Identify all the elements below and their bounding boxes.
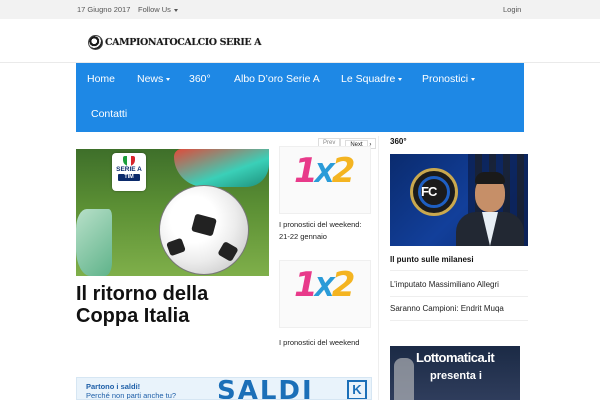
banner-line-2: Perché non parti anche tu? — [86, 391, 177, 400]
featured-headline[interactable]: Il ritorno della Coppa Italia — [76, 283, 271, 327]
lottomatica-ad[interactable]: Lottomatica.it presenta i — [390, 346, 520, 400]
nav-item-le-squadre[interactable]: Le Squadre — [341, 73, 403, 85]
serie-a-shield-icon — [123, 156, 135, 166]
serie-a-logo-text: SERIE A — [116, 166, 142, 173]
featured-image[interactable]: SERIE A TIM — [76, 149, 269, 276]
current-date: 17 Giugno 2017 — [77, 5, 131, 14]
divider — [390, 270, 528, 271]
article-thumbnail-1x2[interactable]: 1X2 — [279, 146, 371, 214]
article-title[interactable]: I pronostici del weekend — [279, 337, 369, 349]
banner-big-text: SALDI — [217, 377, 314, 400]
nav-item-home[interactable]: Home — [87, 73, 115, 85]
sidebar-article-title[interactable]: L’imputato Massimiliano Allegri — [390, 280, 499, 289]
inter-logo: FC — [410, 168, 458, 216]
soccer-ball-icon — [88, 34, 103, 50]
sidebar-article-title[interactable]: Saranno Campioni: Endrit Muqa — [390, 304, 504, 313]
article-title[interactable]: I pronostici del weekend: 21-22 gennaio — [279, 219, 369, 243]
site-logo[interactable]: CAMPIONATOCALCIO SERIE A — [88, 34, 262, 50]
login-link[interactable]: Login — [503, 5, 521, 14]
top-bar: 17 Giugno 2017 Follow Us Login — [0, 0, 600, 19]
sidebar-featured-image[interactable]: FC — [390, 154, 528, 246]
column-divider — [378, 136, 379, 400]
player-figure — [394, 358, 414, 400]
nav-item-pronostici-label: Pronostici — [422, 73, 469, 85]
chevron-down-icon — [471, 77, 476, 81]
follow-us-dropdown[interactable]: Follow Us — [138, 5, 178, 14]
nav-item-news-label: News — [137, 73, 164, 85]
serie-a-logo: SERIE A TIM — [112, 153, 146, 191]
divider — [390, 320, 528, 321]
sidebar-heading: 360° — [390, 137, 407, 146]
nav-item-pronostici[interactable]: Pronostici — [422, 73, 476, 85]
ad-subtitle: presenta i — [430, 370, 482, 382]
chevron-down-icon — [166, 77, 171, 81]
sidebar-lead-title[interactable]: Il punto sulle milanesi — [390, 255, 474, 264]
football-boot-right — [174, 149, 269, 187]
nav-item-contatti[interactable]: Contatti — [91, 108, 127, 120]
1x2-logo: 1X2 — [294, 151, 355, 191]
chevron-down-icon — [173, 8, 178, 12]
ad-brand: Lottomatica.it — [416, 350, 495, 365]
chevron-down-icon — [398, 77, 403, 81]
tim-logo-text: TIM — [118, 174, 140, 181]
nav-item-albo-doro[interactable]: Albo D’oro Serie A — [234, 73, 320, 85]
brand-k-icon: K — [347, 380, 367, 399]
soccer-ball-image — [159, 185, 249, 275]
follow-us-label: Follow Us — [138, 5, 171, 14]
inter-logo-text: FC — [421, 184, 437, 199]
nav-item-360[interactable]: 360° — [189, 73, 211, 85]
main-navigation: Home News 360° Albo D’oro Serie A Le Squ… — [76, 63, 524, 132]
saldi-banner-ad[interactable]: Partono i saldi! Perché non parti anche … — [76, 377, 372, 400]
football-boot-left — [76, 209, 112, 276]
site-logo-text: CAMPIONATOCALCIO SERIE A — [105, 36, 262, 48]
nav-item-news[interactable]: News — [137, 73, 171, 85]
divider — [390, 296, 528, 297]
1x2-logo: 1X2 — [294, 265, 355, 305]
banner-line-1: Partono i saldi! — [86, 382, 141, 391]
article-thumbnail-1x2[interactable]: 1X2 — [279, 260, 371, 328]
nav-item-le-squadre-label: Le Squadre — [341, 73, 396, 85]
